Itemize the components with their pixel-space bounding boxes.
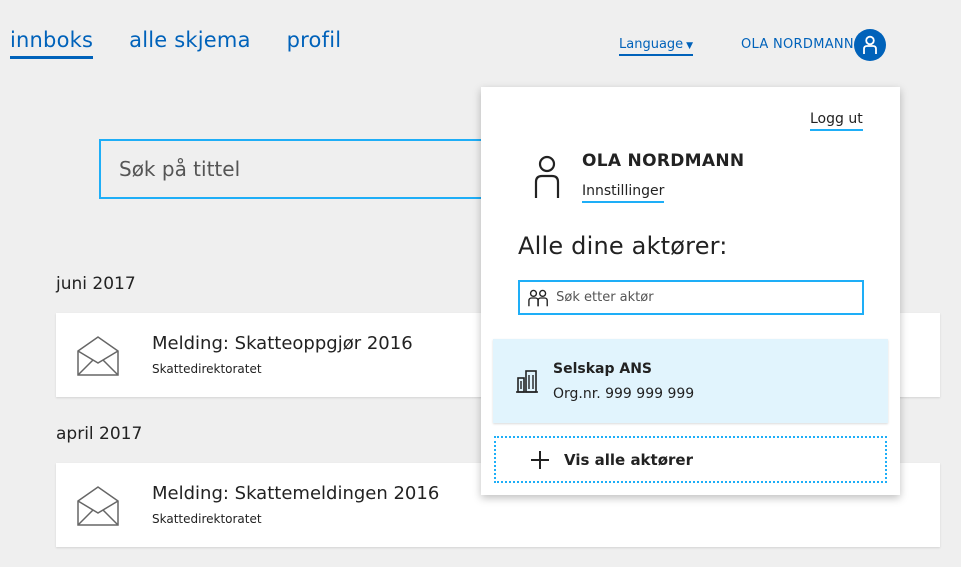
plus-icon [531,450,549,469]
actor-item[interactable]: Selskap ANS Org.nr. 999 999 999 [493,339,888,423]
avatar-button[interactable] [854,29,886,61]
envelope-icon [77,336,119,376]
show-all-actors-button[interactable]: Vis alle aktører [494,436,887,483]
actors-heading: Alle dine aktører: [518,232,728,260]
actor-search-input[interactable] [556,290,862,305]
actor-search [518,280,864,315]
building-icon [516,370,538,393]
logout-link[interactable]: Logg ut [810,111,863,131]
month-header: juni 2017 [56,274,136,294]
tab-profil[interactable]: profil [287,28,342,59]
person-icon [534,155,560,198]
settings-link[interactable]: Innstillinger [582,183,665,203]
show-all-label: Vis alle aktører [564,450,693,469]
month-header: april 2017 [56,424,143,444]
header-user-name[interactable]: OLA NORDMANN [741,37,854,52]
message-sender: Skattedirektoratet [152,362,262,376]
message-title: Melding: Skatteoppgjør 2016 [152,333,413,354]
actor-org-number: Org.nr. 999 999 999 [553,386,695,402]
tab-innboks[interactable]: innboks [10,28,94,59]
actor-name: Selskap ANS [553,361,652,377]
caret-down-icon: ▼ [686,41,694,51]
main-nav: innboks alle skjema profil [10,28,341,59]
message-sender: Skattedirektoratet [152,512,262,526]
people-icon [528,289,548,306]
language-selector[interactable]: Language ▼ [619,37,694,56]
envelope-icon [77,486,119,526]
language-label: Language [619,37,684,52]
profile-dropdown: Logg ut OLA NORDMANN Innstillinger Alle … [481,87,900,495]
profile-name: OLA NORDMANN [582,151,745,171]
tab-alle-skjema[interactable]: alle skjema [129,28,251,59]
person-icon [863,35,877,54]
message-title: Melding: Skattemeldingen 2016 [152,483,440,504]
